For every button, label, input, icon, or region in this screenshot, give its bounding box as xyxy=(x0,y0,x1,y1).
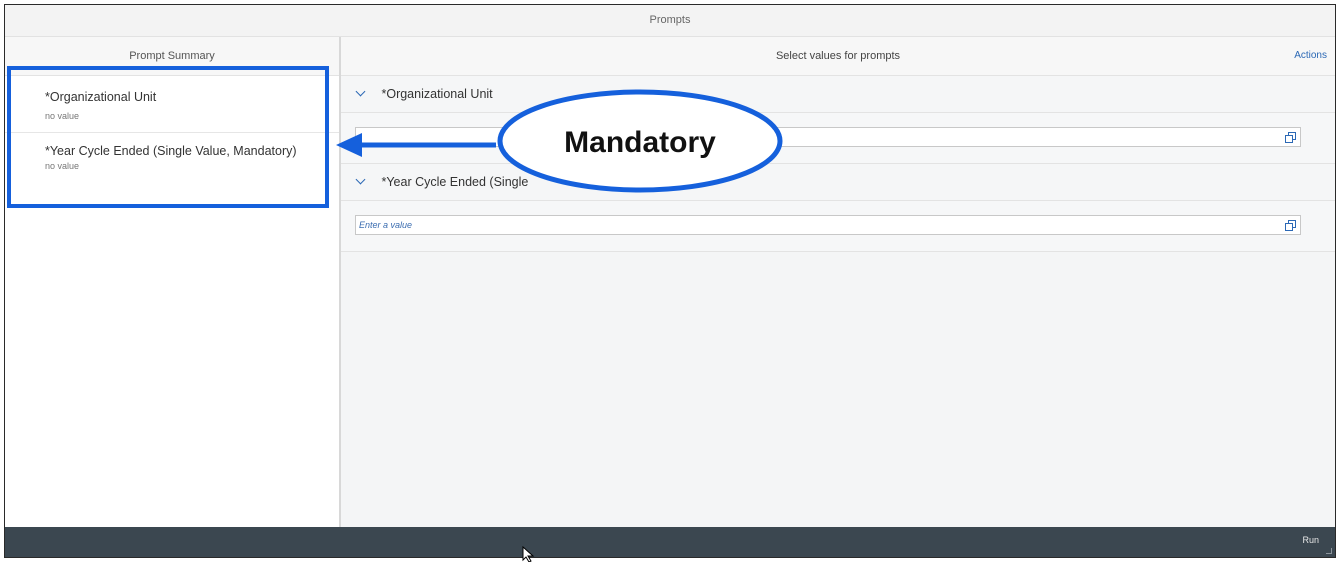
dialog-title: Prompts xyxy=(5,5,1335,37)
prompt-summary-header: Prompt Summary xyxy=(5,37,339,76)
chevron-down-icon[interactable] xyxy=(355,174,366,185)
actions-button[interactable]: Actions xyxy=(1294,37,1327,75)
section-body-organizational-unit xyxy=(341,113,1335,164)
summary-item-name: *Organizational Unit xyxy=(45,90,157,104)
year-cycle-ended-input[interactable]: Enter a value xyxy=(355,215,1301,235)
prompt-summary-panel: Prompt Summary *Organizational Unit no v… xyxy=(5,37,341,527)
select-values-header: Select values for prompts Actions xyxy=(341,37,1335,76)
summary-item-year-cycle-ended[interactable]: *Year Cycle Ended (Single Value, Mandato… xyxy=(5,133,339,171)
organizational-unit-input[interactable] xyxy=(355,127,1301,147)
chevron-down-icon[interactable] xyxy=(355,86,366,97)
summary-item-value: no value xyxy=(45,161,80,171)
value-help-icon[interactable] xyxy=(1285,132,1296,143)
summary-item-name: *Year Cycle Ended (Single Value, Mandato… xyxy=(45,144,297,158)
summary-item-organizational-unit[interactable]: *Organizational Unit no value xyxy=(5,76,339,133)
summary-item-value: no value xyxy=(45,111,80,121)
input-placeholder: Enter a value xyxy=(359,220,413,230)
resize-grip-icon[interactable] xyxy=(1326,548,1332,554)
value-help-icon[interactable] xyxy=(1285,220,1296,231)
dialog-footer: Run xyxy=(5,527,1335,557)
section-organizational-unit[interactable]: *Organizational Unit xyxy=(341,76,1335,113)
section-title: *Organizational Unit xyxy=(381,87,493,101)
section-body-year-cycle-ended: Enter a value xyxy=(341,201,1335,252)
prompts-dialog: Prompts Prompt Summary *Organizational U… xyxy=(4,4,1336,558)
section-year-cycle-ended[interactable]: *Year Cycle Ended (Single xyxy=(341,164,1335,201)
section-title: *Year Cycle Ended (Single xyxy=(381,175,529,189)
mouse-cursor-icon xyxy=(522,546,535,562)
run-button[interactable]: Run xyxy=(1302,535,1319,545)
select-values-title: Select values for prompts xyxy=(775,50,901,62)
select-values-panel: Select values for prompts Actions *Organ… xyxy=(341,37,1335,527)
